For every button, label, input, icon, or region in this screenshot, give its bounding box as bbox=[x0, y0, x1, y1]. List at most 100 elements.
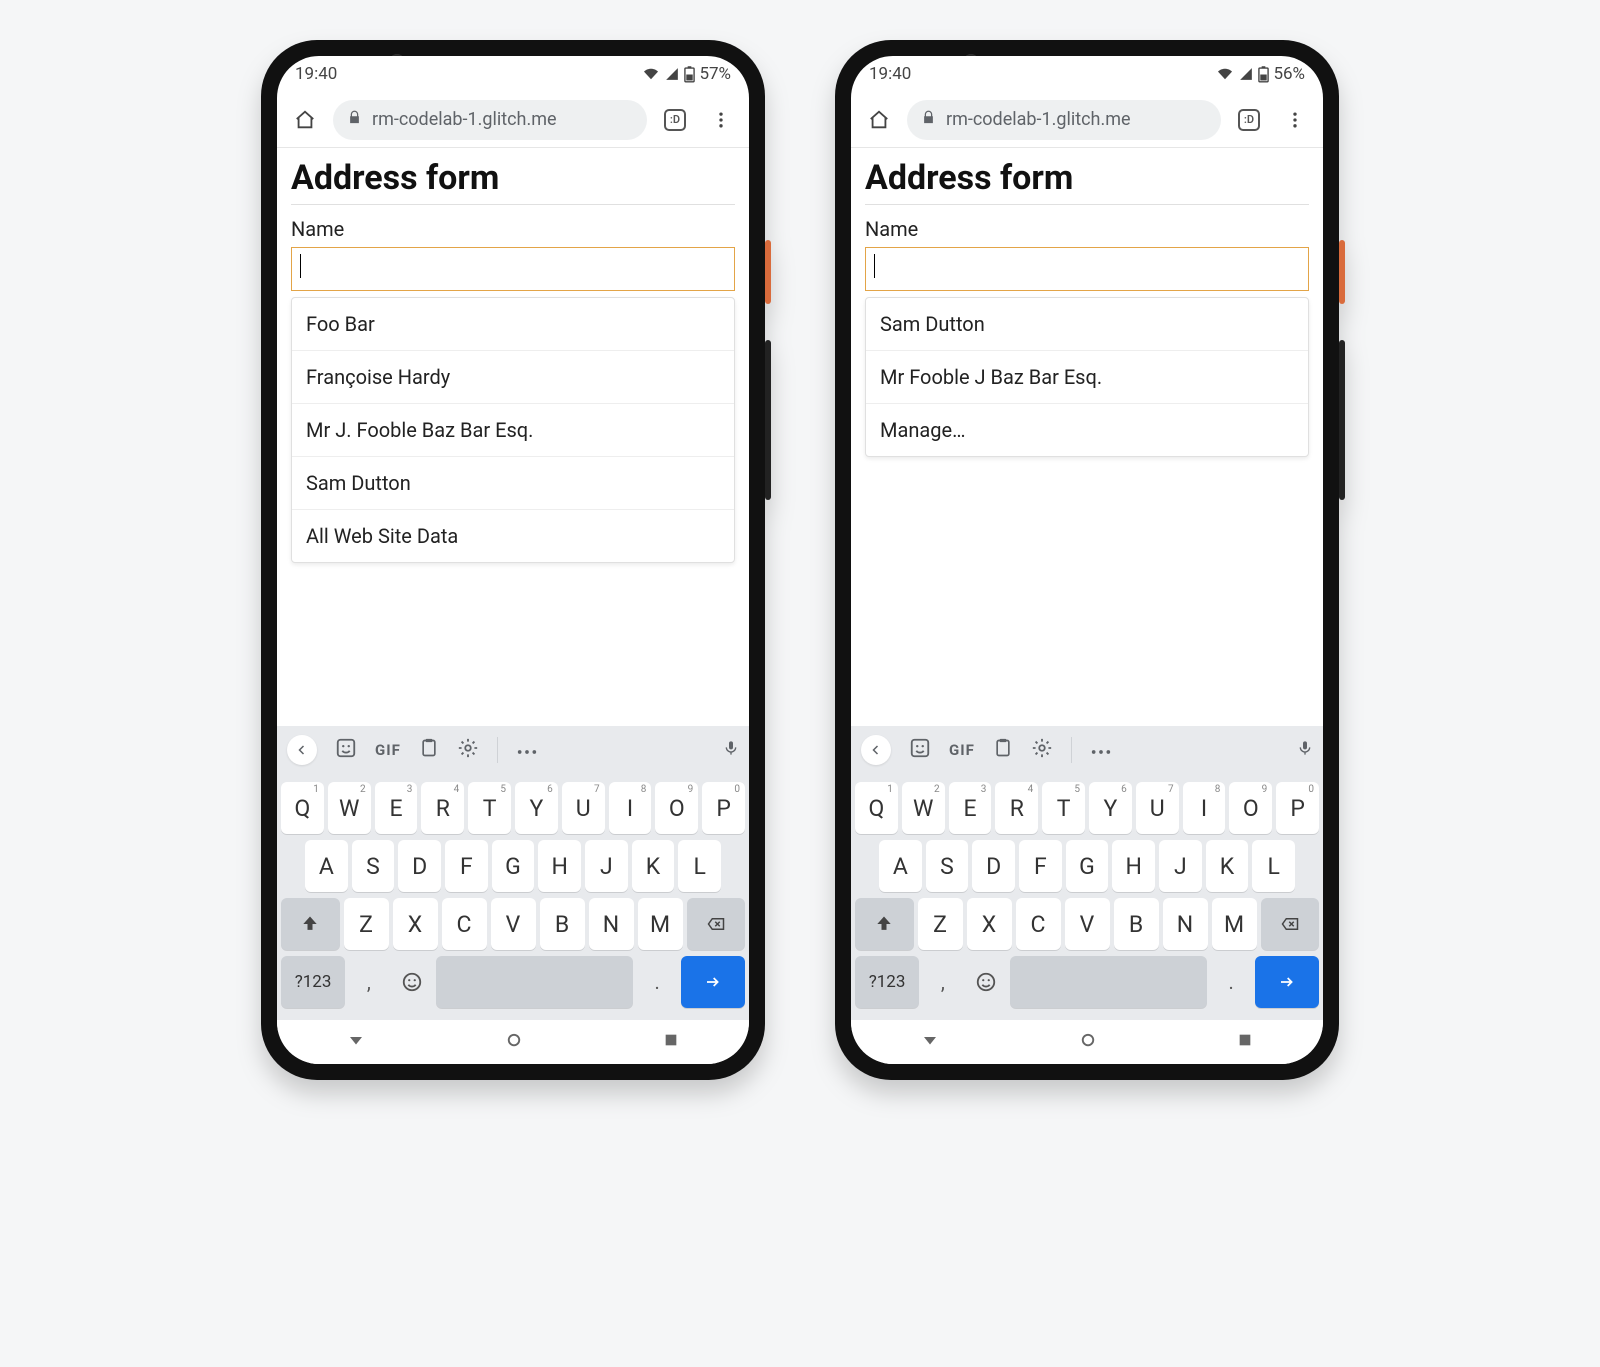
key-c[interactable]: C bbox=[442, 898, 487, 950]
nav-back-icon[interactable] bbox=[347, 1031, 365, 1053]
key-i[interactable]: I8 bbox=[609, 782, 652, 834]
key-r[interactable]: R4 bbox=[421, 782, 464, 834]
key-w[interactable]: W2 bbox=[328, 782, 371, 834]
url-bar[interactable]: rm-codelab-1.glitch.me bbox=[907, 100, 1221, 140]
key-e[interactable]: E3 bbox=[949, 782, 992, 834]
key-n[interactable]: N bbox=[1163, 898, 1208, 950]
key-e[interactable]: E3 bbox=[375, 782, 418, 834]
menu-button[interactable] bbox=[1277, 102, 1313, 138]
keyboard-collapse-button[interactable] bbox=[861, 735, 891, 765]
key-,[interactable]: , bbox=[923, 956, 962, 1008]
key-o[interactable]: O9 bbox=[1229, 782, 1272, 834]
key-p[interactable]: P0 bbox=[702, 782, 745, 834]
key-d[interactable]: D bbox=[972, 840, 1015, 892]
key-u[interactable]: U7 bbox=[1136, 782, 1179, 834]
enter-key[interactable] bbox=[681, 956, 745, 1008]
autofill-option[interactable]: Sam Dutton bbox=[292, 457, 734, 510]
shift-key[interactable] bbox=[855, 898, 914, 950]
key-u[interactable]: U7 bbox=[562, 782, 605, 834]
key-x[interactable]: X bbox=[393, 898, 438, 950]
key-s[interactable]: S bbox=[926, 840, 969, 892]
url-bar[interactable]: rm-codelab-1.glitch.me bbox=[333, 100, 647, 140]
key-g[interactable]: G bbox=[1066, 840, 1109, 892]
key-p[interactable]: P0 bbox=[1276, 782, 1319, 834]
clipboard-icon[interactable] bbox=[993, 737, 1013, 764]
nav-home-icon[interactable] bbox=[505, 1031, 523, 1053]
gif-button[interactable]: GIF bbox=[375, 741, 401, 759]
home-button[interactable] bbox=[861, 102, 897, 138]
key-space[interactable] bbox=[436, 956, 633, 1008]
key-l[interactable]: L bbox=[1252, 840, 1295, 892]
key-z[interactable]: Z bbox=[918, 898, 963, 950]
home-button[interactable] bbox=[287, 102, 323, 138]
key-v[interactable]: V bbox=[491, 898, 536, 950]
key-v[interactable]: V bbox=[1065, 898, 1110, 950]
menu-button[interactable] bbox=[703, 102, 739, 138]
key-.[interactable]: . bbox=[1211, 956, 1250, 1008]
key-j[interactable]: J bbox=[1159, 840, 1202, 892]
shift-key[interactable] bbox=[281, 898, 340, 950]
key-b[interactable]: B bbox=[1114, 898, 1159, 950]
key-i[interactable]: I8 bbox=[1183, 782, 1226, 834]
key-n[interactable]: N bbox=[589, 898, 634, 950]
key-space[interactable] bbox=[1010, 956, 1207, 1008]
key-y[interactable]: Y6 bbox=[1089, 782, 1132, 834]
emoji-key[interactable] bbox=[393, 956, 432, 1008]
settings-icon[interactable] bbox=[1031, 737, 1053, 764]
autofill-option[interactable]: Manage… bbox=[866, 404, 1308, 456]
tabs-button[interactable]: :D bbox=[657, 102, 693, 138]
nav-back-icon[interactable] bbox=[921, 1031, 939, 1053]
key-t[interactable]: T5 bbox=[1042, 782, 1085, 834]
key-?123[interactable]: ?123 bbox=[281, 956, 345, 1008]
key-h[interactable]: H bbox=[1112, 840, 1155, 892]
enter-key[interactable] bbox=[1255, 956, 1319, 1008]
key-?123[interactable]: ?123 bbox=[855, 956, 919, 1008]
keyboard-collapse-button[interactable] bbox=[287, 735, 317, 765]
clipboard-icon[interactable] bbox=[419, 737, 439, 764]
nav-home-icon[interactable] bbox=[1079, 1031, 1097, 1053]
more-icon[interactable] bbox=[516, 740, 538, 761]
key-l[interactable]: L bbox=[678, 840, 721, 892]
backspace-key[interactable] bbox=[1261, 898, 1320, 950]
mic-icon[interactable] bbox=[1297, 737, 1313, 764]
autofill-option[interactable]: Sam Dutton bbox=[866, 298, 1308, 351]
settings-icon[interactable] bbox=[457, 737, 479, 764]
key-f[interactable]: F bbox=[445, 840, 488, 892]
key-r[interactable]: R4 bbox=[995, 782, 1038, 834]
key-m[interactable]: M bbox=[1212, 898, 1257, 950]
key-k[interactable]: K bbox=[632, 840, 675, 892]
nav-recents-icon[interactable] bbox=[663, 1032, 679, 1052]
autofill-option[interactable]: All Web Site Data bbox=[292, 510, 734, 562]
tabs-button[interactable]: :D bbox=[1231, 102, 1267, 138]
key-j[interactable]: J bbox=[585, 840, 628, 892]
key-m[interactable]: M bbox=[638, 898, 683, 950]
key-a[interactable]: A bbox=[879, 840, 922, 892]
more-icon[interactable] bbox=[1090, 740, 1112, 761]
key-w[interactable]: W2 bbox=[902, 782, 945, 834]
autofill-option[interactable]: Foo Bar bbox=[292, 298, 734, 351]
key-d[interactable]: D bbox=[398, 840, 441, 892]
gif-button[interactable]: GIF bbox=[949, 741, 975, 759]
sticker-icon[interactable] bbox=[335, 737, 357, 764]
key-c[interactable]: C bbox=[1016, 898, 1061, 950]
key-z[interactable]: Z bbox=[344, 898, 389, 950]
key-k[interactable]: K bbox=[1206, 840, 1249, 892]
key-q[interactable]: Q1 bbox=[855, 782, 898, 834]
key-.[interactable]: . bbox=[637, 956, 676, 1008]
name-input[interactable] bbox=[291, 247, 735, 291]
autofill-option[interactable]: Mr Fooble J Baz Bar Esq. bbox=[866, 351, 1308, 404]
key-a[interactable]: A bbox=[305, 840, 348, 892]
key-f[interactable]: F bbox=[1019, 840, 1062, 892]
mic-icon[interactable] bbox=[723, 737, 739, 764]
name-input[interactable] bbox=[865, 247, 1309, 291]
sticker-icon[interactable] bbox=[909, 737, 931, 764]
key-y[interactable]: Y6 bbox=[515, 782, 558, 834]
key-s[interactable]: S bbox=[352, 840, 395, 892]
nav-recents-icon[interactable] bbox=[1237, 1032, 1253, 1052]
emoji-key[interactable] bbox=[967, 956, 1006, 1008]
key-h[interactable]: H bbox=[538, 840, 581, 892]
autofill-option[interactable]: Mr J. Fooble Baz Bar Esq. bbox=[292, 404, 734, 457]
key-b[interactable]: B bbox=[540, 898, 585, 950]
key-g[interactable]: G bbox=[492, 840, 535, 892]
key-o[interactable]: O9 bbox=[655, 782, 698, 834]
